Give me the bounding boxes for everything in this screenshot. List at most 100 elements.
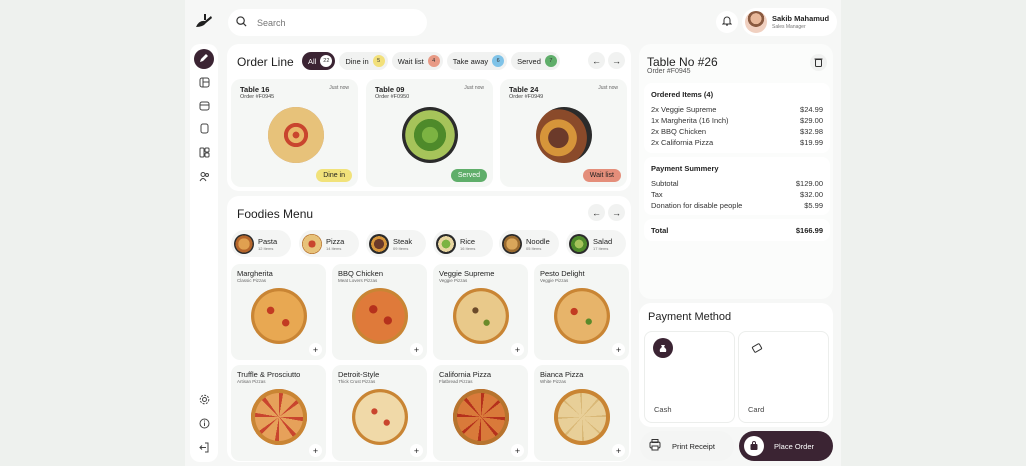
- item-name: Margherita (16 Inch): [661, 116, 729, 125]
- arrow-right-icon: →: [612, 207, 621, 218]
- item-category: Artisan Pizzas: [237, 379, 266, 384]
- tab-all[interactable]: All 22: [302, 52, 336, 70]
- card-icon: [747, 338, 767, 358]
- sidebar-item-layout[interactable]: [194, 74, 214, 94]
- sidebar-item-logout[interactable]: [194, 439, 214, 459]
- item-name: Bianca Pizza: [540, 370, 584, 379]
- order-table: Table 09: [375, 85, 405, 94]
- total-label: Total: [651, 226, 669, 235]
- order-table: Table 16: [240, 85, 270, 94]
- sidebar-item-settings[interactable]: [194, 391, 214, 411]
- user-profile[interactable]: Sakib Mahamud Sales Manager: [742, 8, 837, 36]
- menu-prev-button[interactable]: ←: [588, 204, 605, 221]
- category-noodle[interactable]: Noodle 05 Items: [499, 230, 559, 257]
- search-input[interactable]: [257, 17, 407, 28]
- menu-item-card[interactable]: Margherita Classic Pizzas +: [231, 264, 326, 360]
- ordered-items-box: Ordered Items (4) 2x Veggie Supreme $24.…: [644, 83, 830, 153]
- pizza-image: [352, 288, 408, 344]
- plus-icon: +: [514, 344, 521, 355]
- category-steak[interactable]: Steak 09 Items: [366, 230, 426, 257]
- notification-button[interactable]: [716, 11, 738, 33]
- category-pizza[interactable]: Pizza 14 Items: [299, 230, 359, 257]
- item-category: Classic Pizzas: [237, 278, 267, 283]
- category-count: 14 Items: [326, 245, 342, 251]
- category-name: Pasta: [258, 236, 278, 246]
- item-category: Thick Crust Pizzas: [338, 379, 376, 384]
- add-item-button[interactable]: +: [410, 343, 423, 356]
- sidebar-item-devices[interactable]: [194, 120, 214, 140]
- menu-next-button[interactable]: →: [608, 204, 625, 221]
- order-card[interactable]: Table 24 Order #F0949 Just now Wait list: [500, 79, 627, 187]
- category-salad[interactable]: Salad 17 Items: [566, 230, 626, 257]
- item-price: $32.98: [800, 127, 823, 136]
- pizza-image: [554, 288, 610, 344]
- gear-icon: [199, 392, 210, 410]
- menu-item-card[interactable]: BBQ Chicken Meat Lovers Pizzas +: [332, 264, 427, 360]
- tab-dine-in[interactable]: Dine in 5: [339, 52, 388, 70]
- menu-item-card[interactable]: Truffle & Prosciutto Artisan Pizzas +: [231, 365, 326, 461]
- item-price: $24.99: [800, 105, 823, 114]
- plus-icon: +: [413, 344, 420, 355]
- category-count: 16 Items: [460, 245, 476, 251]
- search-icon: [236, 14, 247, 32]
- category-rice[interactable]: Rice 16 Items: [433, 230, 493, 257]
- add-item-button[interactable]: +: [612, 444, 625, 457]
- tab-served[interactable]: Served 7: [511, 52, 560, 70]
- pizza-image: [251, 288, 307, 344]
- menu-item-card[interactable]: Pesto Delight Veggie Pizzas +: [534, 264, 629, 360]
- add-item-button[interactable]: +: [309, 444, 322, 457]
- order-next-button[interactable]: →: [608, 52, 625, 69]
- sidebar-item-dashboard[interactable]: [194, 144, 214, 164]
- place-order-button[interactable]: Place Order: [739, 431, 833, 461]
- sidebar-item-orders[interactable]: [194, 49, 214, 69]
- order-time: Just now: [329, 85, 349, 91]
- menu-item-card[interactable]: Veggie Supreme Veggie Pizzas +: [433, 264, 528, 360]
- layout-icon: [199, 75, 210, 93]
- users-icon: [199, 169, 210, 187]
- category-name: Salad: [593, 236, 613, 246]
- tab-label: Dine in: [345, 56, 369, 66]
- tab-label: All: [308, 56, 317, 66]
- order-item-row: 2x California Pizza $19.99: [651, 138, 823, 147]
- sidebar-item-info[interactable]: [194, 415, 214, 435]
- payment-cash-option[interactable]: Cash: [644, 331, 735, 423]
- add-item-button[interactable]: +: [511, 444, 524, 457]
- menu-item-card[interactable]: Bianca Pizza White Pizzas +: [534, 365, 629, 461]
- plus-icon: +: [413, 445, 420, 456]
- menu-item-card[interactable]: Detroit-Style Thick Crust Pizzas +: [332, 365, 427, 461]
- tab-label: Wait list: [397, 56, 424, 66]
- add-item-button[interactable]: +: [309, 343, 322, 356]
- count-badge: 4: [427, 55, 440, 67]
- search-bar[interactable]: [228, 9, 427, 36]
- status-badge: Wait list: [582, 169, 621, 182]
- arrow-left-icon: ←: [592, 207, 601, 218]
- item-qty: 2x: [651, 105, 659, 114]
- order-card[interactable]: Table 09 Order #F0950 Just now Served: [366, 79, 493, 187]
- menu-title: Foodies Menu: [237, 207, 314, 221]
- tab-wait-list[interactable]: Wait list 4: [391, 52, 443, 70]
- calendar-icon: [199, 98, 210, 116]
- category-name: Pizza: [326, 236, 345, 246]
- user-name: Sakib Mahamud: [772, 14, 830, 23]
- order-prev-button[interactable]: ←: [588, 52, 605, 69]
- print-receipt-button[interactable]: Print Receipt: [640, 431, 734, 461]
- delete-order-button[interactable]: [810, 54, 827, 71]
- plus-icon: +: [312, 344, 319, 355]
- category-name: Steak: [393, 236, 413, 246]
- category-pasta[interactable]: Pasta 12 Items: [231, 230, 291, 257]
- pencil-icon: [199, 50, 209, 68]
- item-name: Truffle & Prosciutto: [237, 370, 301, 379]
- payment-card-option[interactable]: Card: [738, 331, 829, 423]
- sidebar-item-calendar[interactable]: [194, 97, 214, 117]
- salad-image: [402, 107, 458, 163]
- add-item-button[interactable]: +: [511, 343, 524, 356]
- add-item-button[interactable]: +: [612, 343, 625, 356]
- sidebar-item-users[interactable]: [194, 168, 214, 188]
- tab-take-away[interactable]: Take away 6: [446, 52, 508, 70]
- sidebar: [190, 44, 218, 462]
- menu-item-card[interactable]: California Pizza Flatbread Pizzas +: [433, 365, 528, 461]
- grid-icon: [199, 145, 210, 163]
- add-item-button[interactable]: +: [410, 444, 423, 457]
- order-card[interactable]: Table 16 Order #F0945 Just now Dine in: [231, 79, 358, 187]
- item-category: Flatbread Pizzas: [439, 379, 473, 384]
